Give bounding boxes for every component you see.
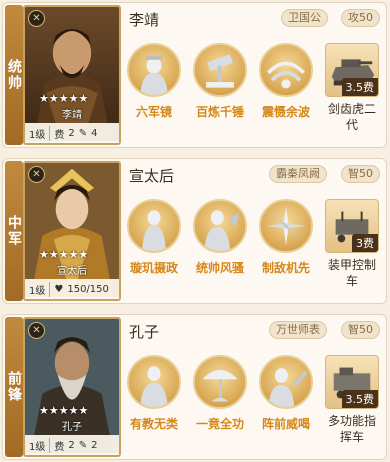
general-name: 孔子 [129, 323, 160, 341]
general-name: 宣太后 [129, 167, 175, 185]
skill-icon [127, 43, 181, 97]
portrait-stat-bar: 1级 ♥ 150/150 [25, 279, 119, 299]
skill-slot[interactable]: 六军镜 [123, 43, 185, 133]
equipment-slot[interactable]: 3.5费 多功能指挥车 [323, 355, 381, 445]
equipment-name: 装甲控制车 [327, 258, 376, 288]
position-tab: 统帅 [5, 5, 23, 145]
position-tab: 前锋 [5, 317, 23, 457]
skill-name: 震慑余波 [261, 105, 310, 119]
attribute-tag: 智50 [341, 165, 380, 183]
regent-icon [127, 199, 181, 253]
title-tag: 卫国公 [281, 9, 328, 27]
close-icon[interactable]: ✕ [28, 10, 45, 27]
skill-slot[interactable]: 震慑余波 [255, 43, 317, 133]
level-label: 1级 [29, 281, 51, 297]
skill-name: 统帅风骚 [195, 261, 244, 275]
position-tab: 中军 [5, 161, 23, 301]
skill-name: 有教无类 [129, 417, 178, 431]
level-label: 1级 [29, 125, 51, 141]
equipment-cost: 3费 [352, 234, 378, 252]
skill-name: 一竟全功 [195, 417, 244, 431]
armored-vehicle-icon: 3费 [325, 199, 379, 253]
general-name: 李靖 [129, 11, 160, 29]
general-card-1[interactable]: 统帅 ✕ ★★★★★ 李靖 1级 费 2 ✎ 4 李靖 卫国公 攻50 六军镜 [2, 2, 387, 148]
general-card-2[interactable]: 中军 ✕ ★★★★★ 宣太后 1级 ♥ 150/150 宣太后 霸秦凤阙 智50… [2, 158, 387, 304]
portrait-name: 李靖 [62, 110, 82, 121]
portrait-art [25, 163, 119, 298]
skill-slot[interactable]: 璇玑摄政 [123, 199, 185, 289]
portrait-art [25, 319, 119, 454]
equipment-name: 多功能指挥车 [327, 414, 376, 444]
title-tag: 霸秦凤阙 [269, 165, 327, 183]
cost-label: 费 [54, 441, 65, 453]
hp-value: 150/150 [67, 283, 109, 295]
star-rating: ★★★★★ [39, 92, 89, 105]
title-tag: 万世师表 [269, 321, 327, 339]
general-card-3[interactable]: 前锋 ✕ ★★★★★ 孔子 1级 费 2 ✎ 2 孔子 万世师表 智50 有教无… [2, 314, 387, 460]
equipment-cost: 3.5费 [341, 390, 378, 408]
hammer-icon [193, 43, 247, 97]
close-icon[interactable]: ✕ [28, 322, 45, 339]
skill-slot[interactable]: 有教无类 [123, 355, 185, 445]
cost-value: 2 [68, 439, 75, 451]
star-rating: ★★★★★ [39, 404, 89, 417]
general-portrait[interactable]: ✕ ★★★★★ 孔子 1级 费 2 ✎ 2 [23, 317, 121, 457]
equipment-slot[interactable]: 3费 装甲控制车 [323, 199, 381, 289]
general-portrait[interactable]: ✕ ★★★★★ 宣太后 1级 ♥ 150/150 [23, 161, 121, 301]
warrior-icon [259, 355, 313, 409]
blades-icon [259, 199, 313, 253]
portrait-name: 宣太后 [57, 266, 87, 277]
portrait-stat-bar: 1级 费 2 ✎ 4 [25, 123, 119, 143]
cost-label: 费 [54, 129, 65, 141]
star-rating: ★★★★★ [39, 248, 89, 261]
skills-row: 璇玑摄政 统帅风骚 制敌机先 3费 装甲控制车 [123, 199, 382, 289]
command-vehicle-icon: 3.5费 [325, 355, 379, 409]
equipment-cost: 3.5费 [341, 78, 378, 96]
skills-row: 六军镜 百炼千锤 震慑余波 3.5费 剑齿虎二代 [123, 43, 382, 133]
extra-value: 2 [91, 439, 98, 451]
portrait-art [25, 7, 119, 142]
portrait-name: 孔子 [62, 422, 82, 433]
skill-name: 璇玑摄政 [129, 261, 178, 275]
umbrella-icon [193, 355, 247, 409]
close-icon[interactable]: ✕ [28, 166, 45, 183]
skill-name: 制敌机先 [261, 261, 310, 275]
commander-icon [193, 199, 247, 253]
level-label: 1级 [29, 437, 51, 453]
sage-icon [127, 355, 181, 409]
portrait-stat-bar: 1级 费 2 ✎ 2 [25, 435, 119, 455]
skill-name: 阵前威喝 [261, 417, 310, 431]
cost-value: 2 [68, 127, 75, 139]
skill-name: 百炼千锤 [195, 105, 244, 119]
skill-name: 六军镜 [135, 105, 172, 119]
skill-slot[interactable]: 百炼千锤 [189, 43, 251, 133]
skill-slot[interactable]: 阵前威喝 [255, 355, 317, 445]
tank-icon: 3.5费 [325, 43, 379, 97]
equipment-name: 剑齿虎二代 [327, 102, 376, 132]
general-portrait[interactable]: ✕ ★★★★★ 李靖 1级 费 2 ✎ 4 [23, 5, 121, 145]
extra-icon: ✎ [78, 127, 88, 139]
skill-slot[interactable]: 统帅风骚 [189, 199, 251, 289]
skill-slot[interactable]: 一竟全功 [189, 355, 251, 445]
equipment-slot[interactable]: 3.5费 剑齿虎二代 [323, 43, 381, 133]
extra-value: 4 [91, 127, 98, 139]
shockwave-icon [259, 43, 313, 97]
attribute-tag: 攻50 [341, 9, 380, 27]
extra-icon: ✎ [78, 439, 88, 451]
skills-row: 有教无类 一竟全功 阵前威喝 3.5费 多功能指挥车 [123, 355, 382, 445]
skill-slot[interactable]: 制敌机先 [255, 199, 317, 289]
attribute-tag: 智50 [341, 321, 380, 339]
heart-icon: ♥ [54, 283, 64, 295]
